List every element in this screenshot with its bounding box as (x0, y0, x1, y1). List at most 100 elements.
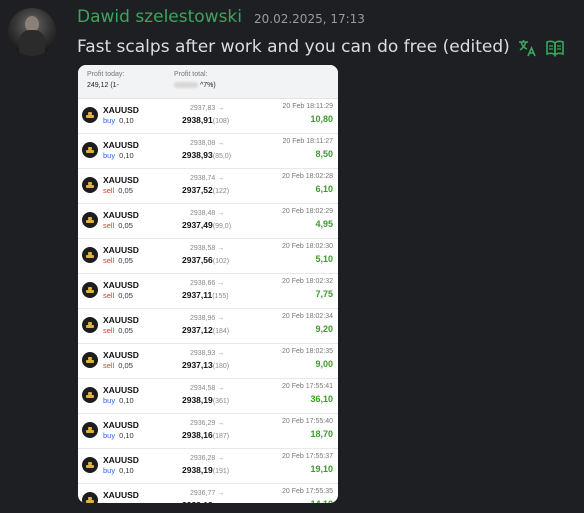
close-price-wrap: 2937,13(180) (182, 360, 229, 370)
profit-today-value: 249,12 (1- (87, 82, 119, 89)
trade-points: (361) (212, 398, 230, 405)
trade-time: 20 Feb 18:02:28 (282, 173, 333, 180)
close-price-wrap: 2937,52(122) (182, 185, 229, 195)
trade-time: 20 Feb 18:02:29 (282, 208, 333, 215)
close-price: 2938,19 (182, 395, 213, 405)
translate-icon[interactable] (517, 39, 537, 57)
trade-row[interactable]: XAUUSD buy 0,10 2934,58 → 2938,19(361) 20 Feb… (78, 379, 338, 414)
trade-symbol: XAUUSD (103, 490, 139, 500)
trade-volume: 0,05 (118, 361, 133, 370)
close-price-wrap: 2938,91(108) (182, 115, 229, 125)
trade-side: sell 0,05 (103, 291, 133, 300)
trade-side: buy0,10 (103, 466, 134, 475)
trade-points: (122) (212, 188, 230, 195)
profit-total-label: Profit total: (174, 71, 208, 78)
trade-direction: buy (103, 116, 116, 125)
trade-row[interactable]: XAUUSD sell 0,05 2938,48 → 2937,49(99,0) 20 F… (78, 204, 338, 239)
trade-direction: sell (103, 361, 115, 370)
trade-row[interactable]: XAUUSD sell 0,05 2938,93 → 2937,13(180) 20 Fe… (78, 344, 338, 379)
trade-volume: 0,10 (119, 396, 134, 405)
trade-symbol: XAUUSD (103, 315, 139, 325)
trade-time: 20 Feb 17:55:41 (282, 383, 333, 390)
user-avatar[interactable] (8, 8, 56, 56)
close-price-wrap: 2938,19(191) (182, 465, 229, 475)
trade-symbol: XAUUSD (103, 420, 139, 430)
trade-direction: sell (103, 326, 115, 335)
open-price: 2938,93 → (190, 350, 225, 357)
trade-row[interactable]: XAUUSD sell 0,05 2938,58 → 2937,56(102) 20 Fe… (78, 239, 338, 274)
trade-time: 20 Feb 18:11:29 (282, 103, 333, 110)
trade-volume: 0,05 (118, 256, 133, 265)
close-price-wrap: 2938,93(85,0) (182, 150, 231, 160)
trade-direction: buy (103, 151, 116, 160)
gold-coin-icon (82, 142, 98, 158)
open-price: 2938,58 → (190, 245, 225, 252)
blurred-value (174, 82, 198, 89)
trade-side: buy0,10 (103, 431, 134, 440)
profit-today-label: Profit today: (87, 71, 125, 78)
trade-volume: 0,05 (118, 221, 133, 230)
open-price: 2936,28 → (190, 455, 225, 462)
trade-time: 20 Feb 17:55:35 (282, 488, 333, 495)
trade-time: 20 Feb 18:02:32 (282, 278, 333, 285)
trade-row[interactable]: XAUUSD buy 0,10 2936,28 → 2938,19(191) 20 Feb… (78, 449, 338, 484)
gold-coin-icon (82, 422, 98, 438)
trade-volume: 0,05 (118, 291, 133, 300)
trade-row[interactable]: XAUUSD sell 0,05 2938,66 → 2937,11(155) 20 Fe… (78, 274, 338, 309)
trade-points: (99,0) (212, 223, 232, 230)
trade-symbol: XAUUSD (103, 245, 139, 255)
trade-points: (180) (212, 363, 230, 370)
open-price: 2937,83 → (190, 105, 225, 112)
trade-row[interactable]: XAUUSD buy 0,10 2938,08 → 2938,93(85,0) 20 Fe… (78, 134, 338, 169)
trade-symbol: XAUUSD (103, 385, 139, 395)
trade-profit: 36,10 (310, 394, 333, 404)
trade-row[interactable]: XAUUSDbuy 0,10 2936,77 → 2938,18(141) 20 Feb… (78, 484, 338, 503)
trade-list: XAUUSD buy 0,10 2937,83 → 2938,91(108) 20 Feb… (78, 99, 338, 503)
close-price-wrap: 2937,12(184) (182, 325, 229, 335)
trade-time: 20 Feb 18:11:27 (282, 138, 333, 145)
username[interactable]: Dawid szelestowski (77, 7, 242, 27)
close-price: 2937,13 (182, 360, 213, 370)
trade-profit: 10,80 (310, 114, 333, 124)
open-price: 2936,77 → (190, 490, 225, 497)
open-price: 2934,58 → (190, 385, 225, 392)
trade-profit: 14,10 (310, 499, 333, 503)
trade-points: (187) (212, 433, 230, 440)
profit-total-value-wrap: ^7%) (174, 82, 216, 89)
trade-direction: buy (103, 396, 116, 405)
profit-total-value: ^7%) (199, 82, 216, 89)
trade-volume: 0,10 (119, 431, 134, 440)
open-price: 2938,48 → (190, 210, 225, 217)
open-price: 2938,66 → (190, 280, 225, 287)
trade-direction: buy (103, 431, 116, 440)
gold-coin-icon (82, 457, 98, 473)
trade-row[interactable]: XAUUSD sell 0,05 2938,96 → 2937,12(184) 20 Fe… (78, 309, 338, 344)
close-price: 2937,49 (182, 220, 213, 230)
trade-side: sell 0,05 (103, 256, 133, 265)
gold-coin-icon (82, 177, 98, 193)
trade-profit: 4,95 (315, 219, 333, 229)
trade-history-screenshot[interactable]: Profit today: 249,12 (1- Profit total: ^… (78, 65, 338, 503)
trade-volume: 0,10 (119, 466, 134, 475)
trade-row[interactable]: XAUUSD buy 0,10 2937,83 → 2938,91(108) 20 Feb… (78, 99, 338, 134)
gold-coin-icon (82, 492, 98, 503)
trade-direction: sell (103, 221, 115, 230)
trade-profit: 5,10 (315, 254, 333, 264)
trade-symbol: XAUUSD (103, 280, 139, 290)
close-price: 2938,16 (182, 430, 213, 440)
trade-symbol: XAUUSD (103, 455, 139, 465)
book-icon[interactable] (545, 39, 565, 57)
trade-side: buy0,10 (103, 396, 134, 405)
profit-summary-header: Profit today: 249,12 (1- Profit total: ^… (78, 65, 338, 99)
trade-row[interactable]: XAUUSD sell 0,05 2938,74 → 2937,52(122) 20 Fe… (78, 169, 338, 204)
gold-coin-icon (82, 352, 98, 368)
trade-row[interactable]: XAUUSD buy 0,10 2936,29 → 2938,16(187) 20 Feb… (78, 414, 338, 449)
trade-symbol: XAUUSD (103, 140, 139, 150)
trade-time: 20 Feb 18:02:34 (282, 313, 333, 320)
open-price: 2938,74 → (190, 175, 225, 182)
edited-indicator: (edited) (442, 37, 510, 57)
open-price: 2938,96 → (190, 315, 225, 322)
gold-coin-icon (82, 107, 98, 123)
trade-side: sell 0,05 (103, 186, 133, 195)
trade-profit: 9,00 (315, 359, 333, 369)
